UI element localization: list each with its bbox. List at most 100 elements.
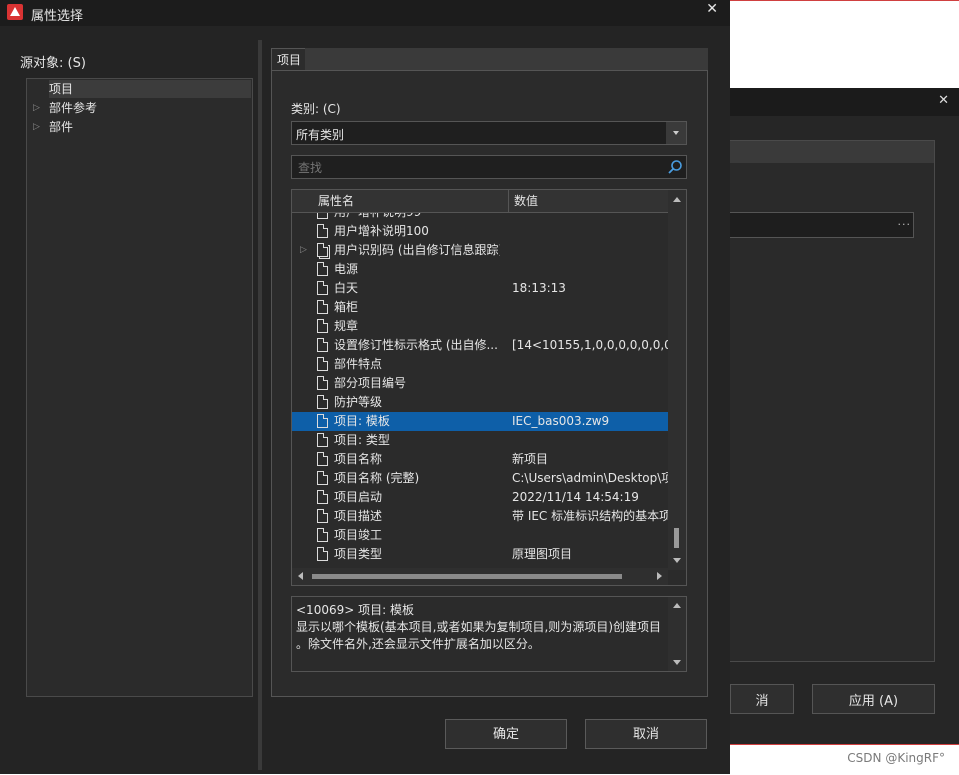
tab-strip: [305, 48, 708, 70]
watermark: CSDN @KingRF°: [847, 751, 945, 765]
document-icon: [317, 395, 328, 409]
document-icon: [317, 319, 328, 333]
property-name: 设置修订性标示格式 (出自修...: [334, 338, 498, 352]
scroll-thumb[interactable]: [674, 528, 679, 548]
background-field[interactable]: ...: [730, 212, 914, 238]
cancel-button[interactable]: 取消: [585, 719, 707, 749]
background-tab-strip: [730, 141, 934, 163]
table-row[interactable]: 防护等级: [292, 393, 668, 412]
table-row[interactable]: 项目描述 带 IEC 标准标识结构的基本项: [292, 507, 668, 526]
scroll-left-icon[interactable]: [298, 572, 303, 580]
titlebar: 属性选择 ✕: [0, 0, 730, 26]
property-name: 项目类型: [334, 547, 383, 561]
description-box: <10069> 项目: 模板 显示以哪个模板(基本项目,或者如果为复制项目,则为…: [291, 596, 687, 672]
category-dropdown[interactable]: 所有类别: [291, 121, 687, 145]
background-window-area-bottom: CSDN @KingRF°: [730, 744, 959, 775]
close-icon[interactable]: ✕: [706, 1, 718, 17]
scroll-up-icon[interactable]: [673, 197, 681, 202]
splitter-handle[interactable]: [258, 40, 262, 770]
expand-arrow-icon[interactable]: ▷: [33, 118, 40, 136]
source-object-label: 源对象: (S): [20, 56, 86, 71]
source-object-tree[interactable]: 项目 ▷ 部件参考 ▷ 部件: [26, 78, 253, 697]
chevron-down-icon[interactable]: [666, 122, 686, 144]
property-value: C:\Users\admin\Desktop\项: [512, 471, 668, 485]
property-selection-dialog: 属性选择 ✕ 源对象: (S) 项目 ▷ 部件参考 ▷ 部件 项目 类别: (C) 所有…: [0, 0, 730, 774]
property-value: 2022/11/14 14:54:19: [512, 490, 639, 504]
scroll-up-icon[interactable]: [673, 603, 681, 608]
tree-item[interactable]: ▷ 部件参考: [27, 99, 252, 117]
background-close-icon[interactable]: ✕: [938, 93, 949, 108]
tree-item-label: 部件参考: [49, 101, 98, 115]
property-name: 用户增补说明100: [334, 224, 429, 238]
document-icon: [317, 262, 328, 276]
property-name: 项目: 模板: [334, 414, 390, 428]
search-input[interactable]: [296, 158, 660, 178]
property-name: 项目名称 (完整): [334, 471, 420, 485]
background-dialog: ✕ ... 消 应用 (A): [730, 88, 959, 744]
table-row[interactable]: 部件特点: [292, 355, 668, 374]
table-row[interactable]: 箱柜: [292, 298, 668, 317]
horizontal-scroll-thumb[interactable]: [312, 574, 622, 579]
column-header-value[interactable]: 数值: [514, 190, 538, 212]
tree-item[interactable]: ▷ 部件: [27, 118, 252, 136]
property-name: 白天: [334, 281, 359, 295]
document-icon: [317, 338, 328, 352]
document-icon: [317, 281, 328, 295]
property-grid[interactable]: 用户增补说明99 用户增补说明100 ▷ 用户识别码 (出自修订信息跟踪) 电源 白天 18…: [291, 189, 687, 586]
browse-button[interactable]: ...: [898, 215, 912, 228]
table-row[interactable]: 项目类型 原理图项目: [292, 545, 668, 564]
property-name: 项目名称: [334, 452, 383, 466]
table-row[interactable]: 项目名称 (完整) C:\Users\admin\Desktop\项: [292, 469, 668, 488]
table-row[interactable]: 项目名称 新项目: [292, 450, 668, 469]
property-name: 项目竣工: [334, 528, 383, 542]
column-header-name[interactable]: 属性名: [318, 190, 354, 212]
horizontal-scrollbar[interactable]: [292, 568, 668, 585]
expand-arrow-icon[interactable]: ▷: [300, 241, 307, 260]
expand-arrow-icon[interactable]: ▷: [33, 99, 40, 117]
vertical-scrollbar[interactable]: [668, 190, 686, 570]
table-row[interactable]: 项目: 类型: [292, 431, 668, 450]
description-scrollbar[interactable]: [668, 597, 686, 671]
table-row[interactable]: ▷ 用户识别码 (出自修订信息跟踪): [292, 241, 668, 260]
property-value: 18:13:13: [512, 281, 566, 295]
tab-project[interactable]: 项目: [271, 48, 307, 71]
document-icon: [317, 490, 328, 504]
property-value: IEC_bas003.zw9: [512, 414, 610, 428]
property-name: 箱柜: [334, 300, 359, 314]
table-row[interactable]: 项目竣工: [292, 526, 668, 545]
property-name: 项目: 类型: [334, 433, 390, 447]
column-divider[interactable]: [508, 190, 509, 212]
scroll-down-icon[interactable]: [673, 558, 681, 563]
background-window-area: [730, 0, 959, 89]
scroll-right-icon[interactable]: [657, 572, 662, 580]
table-row[interactable]: 规章: [292, 317, 668, 336]
background-cancel-button[interactable]: 消: [730, 684, 794, 714]
table-row[interactable]: 设置修订性标示格式 (出自修... [14<10155,1,0,0,0,0,0,0…: [292, 336, 668, 355]
document-icon: [317, 509, 328, 523]
document-icon: [317, 243, 328, 257]
description-line: 。除文件名外,还会显示文件扩展名加以区分。: [296, 637, 540, 651]
table-row[interactable]: 用户增补说明100: [292, 222, 668, 241]
document-icon: [317, 224, 328, 238]
dialog-title: 属性选择: [31, 9, 84, 24]
property-name: 项目启动: [334, 490, 383, 504]
table-row[interactable]: 白天 18:13:13: [292, 279, 668, 298]
table-row[interactable]: 电源: [292, 260, 668, 279]
tree-item-label: 部件: [49, 120, 74, 134]
scroll-down-icon[interactable]: [673, 660, 681, 665]
table-row[interactable]: 部分项目编号: [292, 374, 668, 393]
search-icon[interactable]: [667, 159, 683, 175]
search-field[interactable]: [291, 155, 687, 179]
property-value: 新项目: [512, 452, 549, 466]
table-row[interactable]: 项目启动 2022/11/14 14:54:19: [292, 488, 668, 507]
property-name: 项目描述: [334, 509, 383, 523]
description-line: <10069> 项目: 模板: [296, 603, 414, 617]
ok-button[interactable]: 确定: [445, 719, 567, 749]
document-icon: [317, 376, 328, 390]
property-value: [14<10155,1,0,0,0,0,0,0,0,,0,: [512, 338, 668, 352]
description-line: 显示以哪个模板(基本项目,或者如果为复制项目,则为源项目)创建项目: [296, 620, 661, 634]
table-row[interactable]: 项目: 模板 IEC_bas003.zw9: [292, 412, 668, 431]
app-logo-icon: [7, 4, 23, 20]
background-apply-button[interactable]: 应用 (A): [812, 684, 935, 714]
tree-item[interactable]: 项目: [27, 80, 252, 98]
